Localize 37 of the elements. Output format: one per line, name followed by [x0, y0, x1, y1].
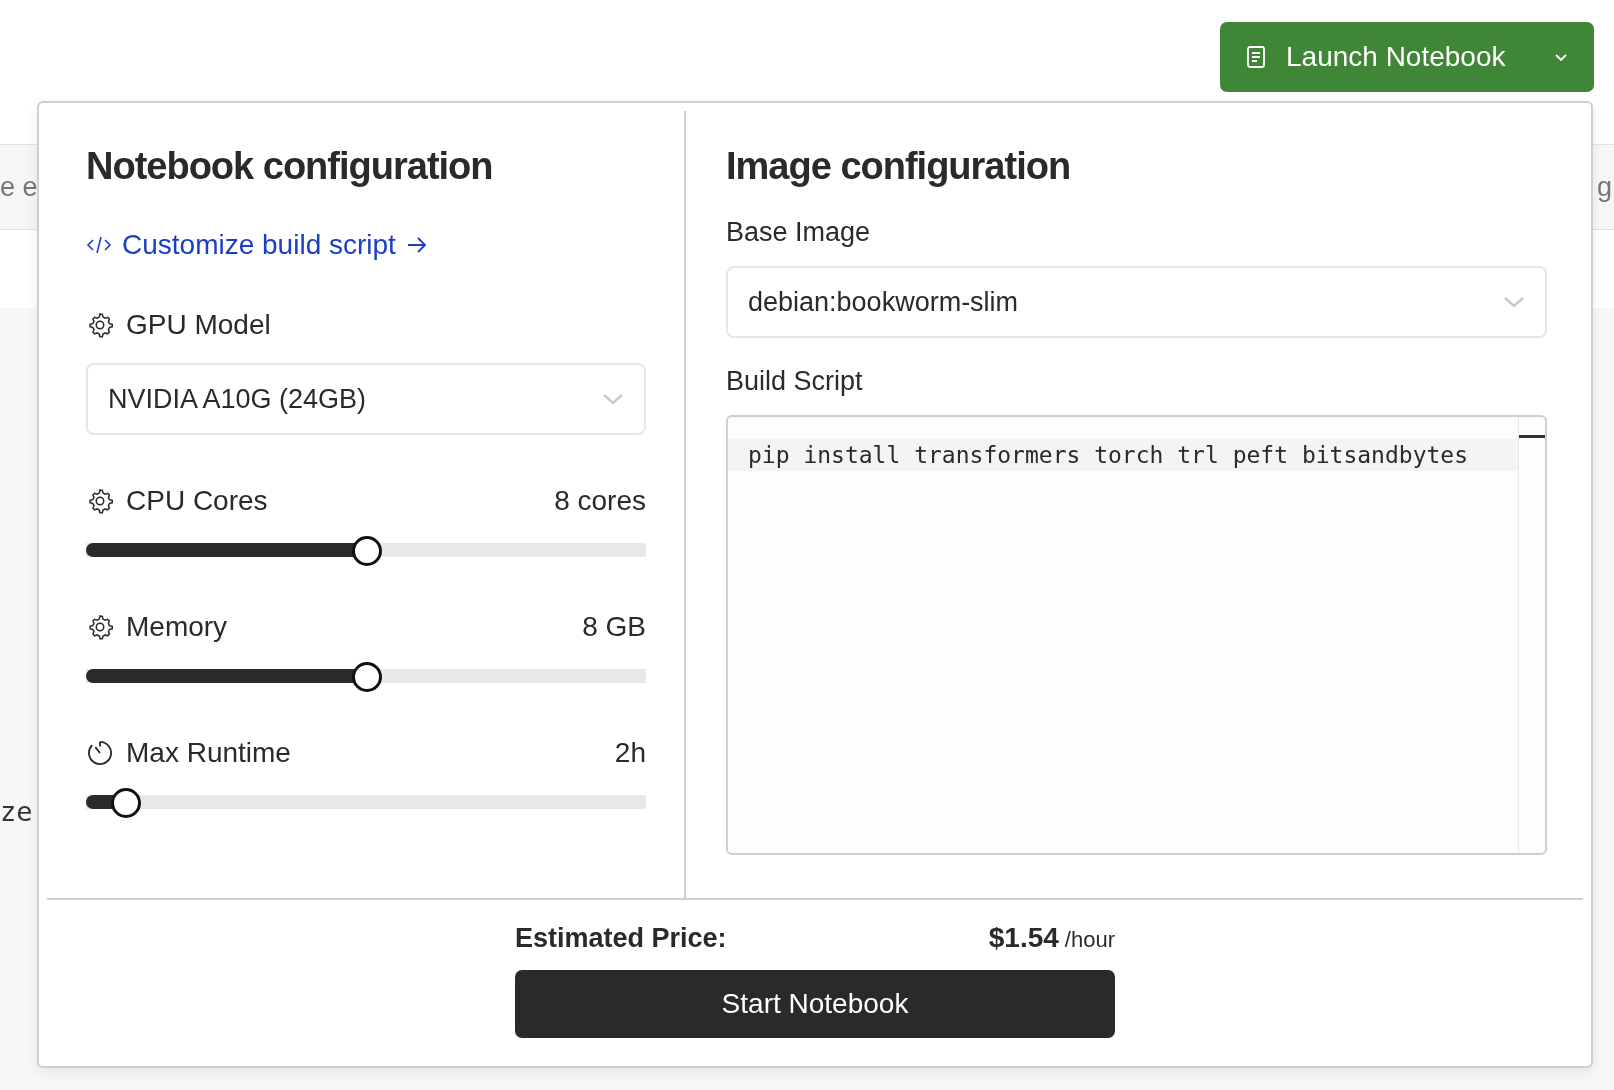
field-label: Max Runtime	[126, 737, 291, 769]
start-notebook-button[interactable]: Start Notebook	[515, 970, 1115, 1038]
slider-thumb[interactable]	[352, 536, 382, 566]
slider-thumb[interactable]	[352, 662, 382, 692]
slider-value: 8 GB	[582, 611, 646, 643]
field-label: Memory	[126, 611, 228, 643]
price-label: Estimated Price:	[515, 923, 727, 954]
base-image-dropdown[interactable]: debian:bookworm-slim	[726, 266, 1547, 338]
slider-value: 2h	[614, 737, 646, 769]
field-label: CPU Cores	[126, 485, 268, 517]
slider-thumb[interactable]	[111, 788, 142, 818]
slider-value: 8 cores	[554, 485, 646, 517]
timer-icon	[86, 739, 114, 767]
caret-icon	[1554, 52, 1568, 62]
section-title: Image configuration	[726, 145, 1072, 189]
code-icon	[86, 235, 112, 255]
field-label: GPU Model	[126, 309, 271, 341]
field-label: Base Image	[726, 217, 872, 248]
scroll-marker	[1519, 435, 1545, 438]
background-text: e e	[0, 171, 38, 203]
settings-icon	[86, 487, 114, 515]
field-label: Build Script	[726, 366, 864, 397]
background-text: ze	[0, 796, 33, 827]
chevron-icon	[602, 393, 624, 405]
background-text: g	[1596, 171, 1613, 203]
price-unit: /hour	[1064, 927, 1115, 952]
price-amount: $1.54	[988, 922, 1059, 953]
settings-icon	[86, 613, 114, 641]
customize-build-script-link[interactable]: Customize build script	[86, 229, 646, 261]
arrow-icon	[405, 236, 428, 254]
launch-notebook-button[interactable]: Launch Notebook	[1220, 22, 1594, 92]
code-editor[interactable]: pip install transformers torch trl peft bitsandbytes	[726, 415, 1547, 855]
section-title: Notebook configuration	[86, 145, 494, 189]
chevron-icon	[1503, 296, 1525, 308]
gpu-model-dropdown[interactable]: NVIDIA A10G (24GB)	[86, 363, 646, 435]
document-icon	[1246, 45, 1266, 69]
settings-icon	[86, 311, 114, 339]
